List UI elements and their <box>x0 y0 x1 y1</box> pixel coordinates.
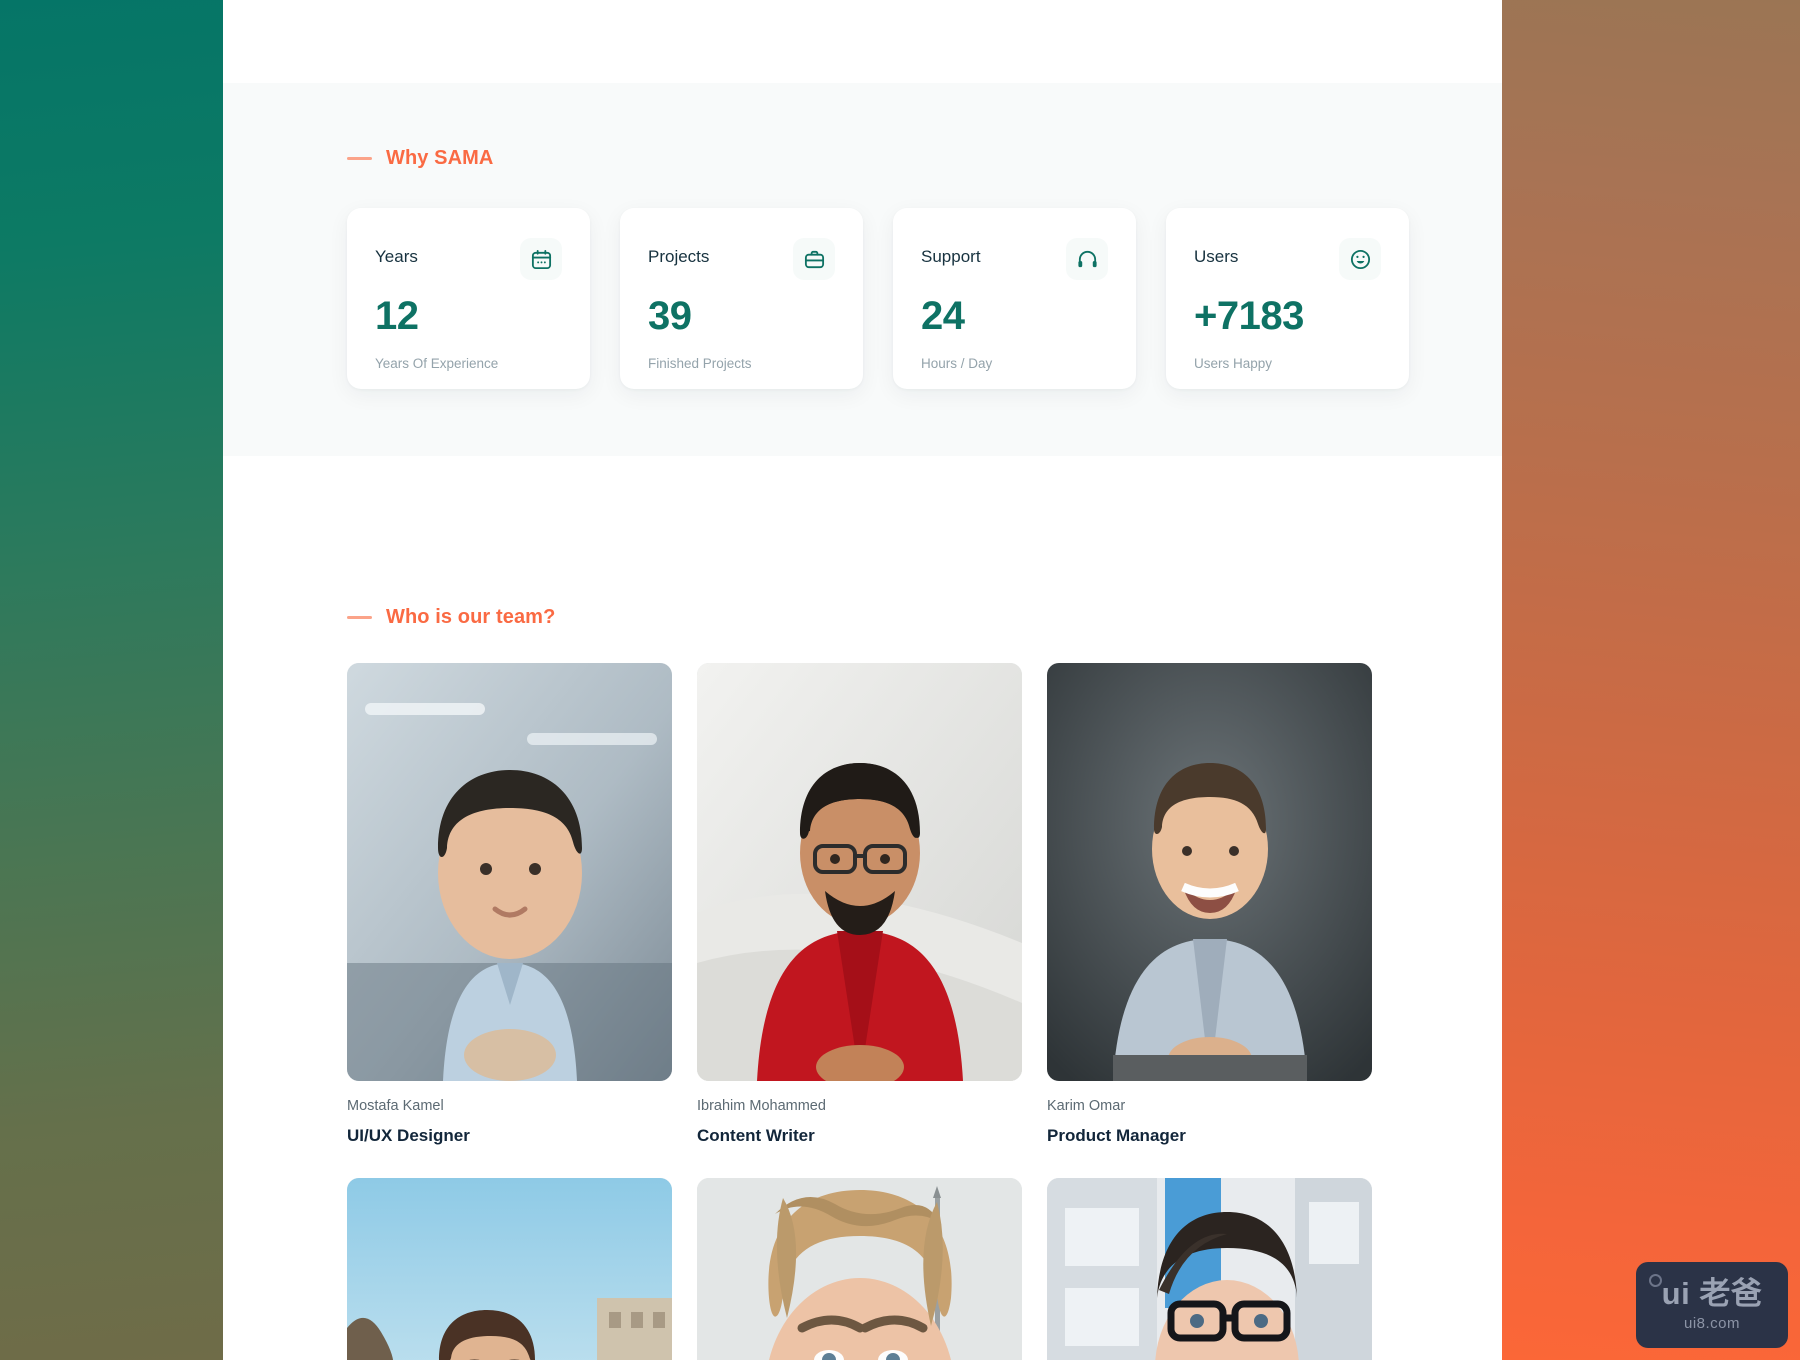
team-member-card[interactable] <box>347 1178 672 1360</box>
heading-dash-icon <box>347 157 372 160</box>
stat-card-header: Projects <box>648 238 835 280</box>
team-member-name: Mostafa Kamel <box>347 1098 444 1114</box>
team-member-photo <box>1047 663 1372 1081</box>
team-member-photo <box>1047 1178 1372 1360</box>
stat-value: +7183 <box>1194 294 1304 338</box>
stat-card-support[interactable]: Support 24 Hours / Day <box>893 208 1136 389</box>
team-heading: Who is our team? <box>347 606 555 629</box>
stat-card-header: Users <box>1194 238 1381 280</box>
headphones-icon <box>1066 238 1108 280</box>
stat-subtitle: Hours / Day <box>921 356 993 371</box>
team-member-photo <box>697 663 1022 1081</box>
team-member-photo <box>697 1178 1022 1360</box>
stat-title: Support <box>921 247 981 266</box>
team-member-card[interactable]: Karim Omar Product Manager <box>1047 663 1372 1146</box>
team-member-role: Product Manager <box>1047 1126 1186 1145</box>
team-member-name: Ibrahim Mohammed <box>697 1098 826 1114</box>
team-heading-text: Who is our team? <box>386 606 556 628</box>
team-member-photo <box>347 663 672 1081</box>
stat-subtitle: Finished Projects <box>648 356 752 371</box>
stat-value: 39 <box>648 294 692 338</box>
team-member-photo <box>347 1178 672 1360</box>
why-sama-heading: Why SAMA <box>347 147 493 170</box>
team-member-role: UI/UX Designer <box>347 1126 470 1145</box>
stat-card-projects[interactable]: Projects 39 Finished Projects <box>620 208 863 389</box>
watermark-logo-text: ui 老爸 <box>1661 1276 1763 1311</box>
team-member-grid: Mostafa Kamel UI/UX Designer Ibrahim Moh… <box>347 663 1372 1360</box>
stat-value: 12 <box>375 294 419 338</box>
watermark-url-text: ui8.com <box>1683 1315 1741 1332</box>
page-artboard: Why SAMA Years 12 Years Of Experience Pr… <box>223 0 1502 1360</box>
calendar-icon <box>520 238 562 280</box>
right-gradient-backdrop <box>1502 0 1800 1360</box>
left-gradient-backdrop <box>0 0 223 1360</box>
stat-card-header: Years <box>375 238 562 280</box>
smiley-icon <box>1339 238 1381 280</box>
stat-title: Years <box>375 247 418 266</box>
stat-subtitle: Users Happy <box>1194 356 1273 371</box>
team-member-card[interactable] <box>1047 1178 1372 1360</box>
circle-icon <box>1649 1274 1662 1287</box>
stat-title: Users <box>1194 247 1239 266</box>
stat-value: 24 <box>921 294 965 338</box>
team-member-name: Karim Omar <box>1047 1098 1126 1114</box>
team-member-card[interactable] <box>697 1178 1022 1360</box>
stats-card-list: Years 12 Years Of Experience Projects 39… <box>347 208 1409 389</box>
ui8-watermark-badge: ui 老爸 ui8.com <box>1636 1262 1788 1348</box>
stat-title: Projects <box>648 247 710 266</box>
team-member-role: Content Writer <box>697 1126 815 1145</box>
stat-card-years[interactable]: Years 12 Years Of Experience <box>347 208 590 389</box>
heading-dash-icon <box>347 616 372 619</box>
briefcase-icon <box>793 238 835 280</box>
team-member-card[interactable]: Ibrahim Mohammed Content Writer <box>697 663 1022 1146</box>
stat-card-header: Support <box>921 238 1108 280</box>
team-member-card[interactable]: Mostafa Kamel UI/UX Designer <box>347 663 672 1146</box>
stat-card-users[interactable]: Users +7183 Users Happy <box>1166 208 1409 389</box>
why-sama-heading-text: Why SAMA <box>386 147 494 169</box>
stat-subtitle: Years Of Experience <box>375 356 499 371</box>
